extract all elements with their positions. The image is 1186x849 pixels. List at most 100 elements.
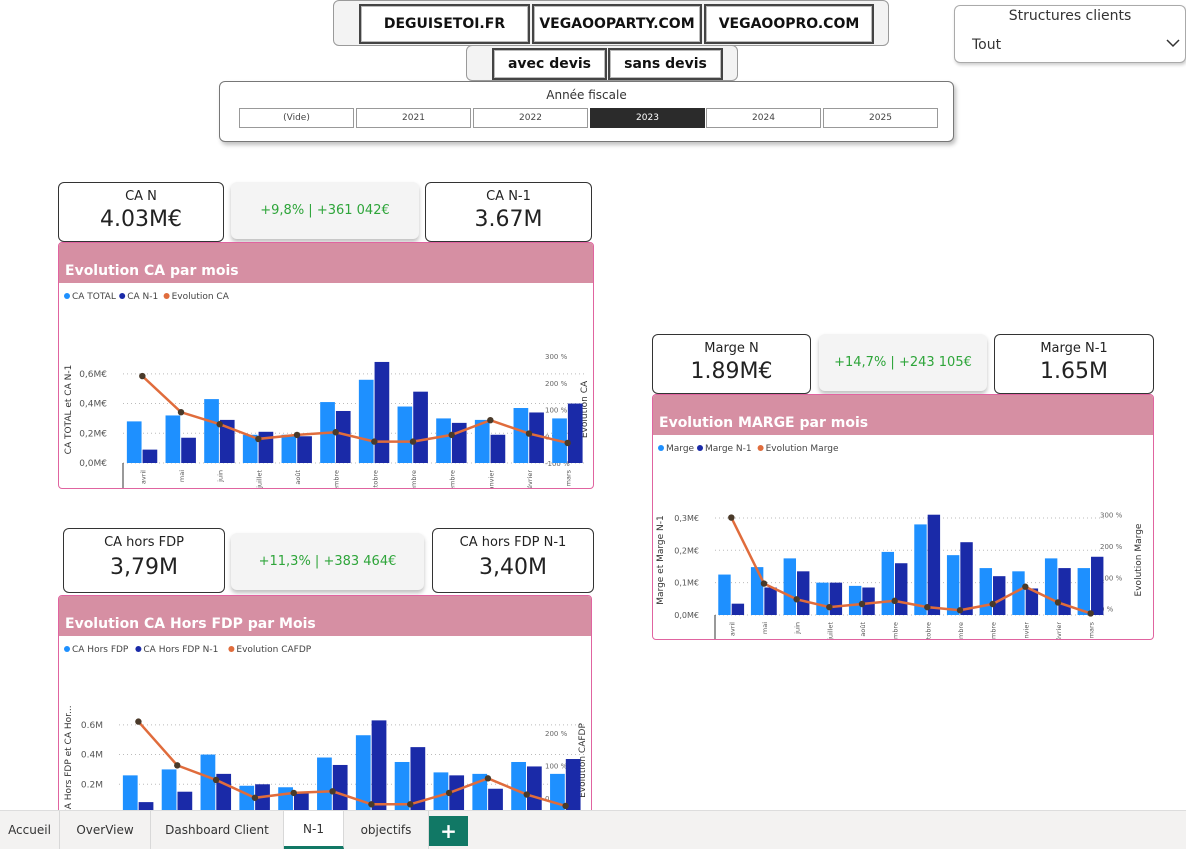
kpi-ca-n: CA N 4.03M€ [58, 182, 224, 242]
bar-current [122, 775, 138, 814]
evolution-point [177, 408, 185, 416]
bar-current [126, 421, 142, 463]
evolution-point [445, 789, 453, 797]
category-label: décembre [449, 470, 457, 489]
evolution-point [139, 372, 146, 380]
category-label: février [526, 470, 534, 489]
structures-dropdown[interactable]: Structures clients Tout [954, 5, 1186, 63]
bar-current [816, 582, 829, 615]
kpi-fdp-n-value: 3,79M [110, 555, 178, 580]
chart-marge-title: Evolution MARGE par mois [659, 415, 869, 431]
evolution-point [329, 788, 336, 795]
devis-option-avec[interactable]: avec devis [492, 48, 607, 80]
kpi-fdp-n-label: CA hors FDP [104, 535, 184, 550]
evolution-point [956, 607, 964, 614]
tab-overview[interactable]: OverView [60, 811, 151, 849]
category-label: novembre [410, 470, 418, 489]
chart-marge-plot: Marge Marge N-1 Evolution Marge 0,0M€ 0,1M€ 0… [656, 444, 1144, 640]
category-label: juillet [826, 622, 834, 640]
site-option-1[interactable]: VEGAOOPARTY.COM [532, 4, 702, 44]
structures-label: Structures clients [1008, 8, 1132, 24]
kpi-ca-n1: CA N-1 3.67M [425, 182, 592, 242]
legend-label-0: Marge [666, 444, 695, 454]
year-option-2024[interactable]: 2024 [706, 108, 821, 128]
bar-previous [142, 449, 158, 463]
y-axis-title: CA Hors FDP et CA Hor... [64, 705, 74, 815]
evolution-point [793, 596, 800, 603]
category-label: mai [178, 470, 186, 482]
year-option-vide[interactable]: (Vide) [239, 108, 354, 128]
year-option-2023[interactable]: 2023 [590, 108, 705, 128]
year-option-2025[interactable]: 2025 [823, 108, 938, 128]
kpi-fdp-n1: CA hors FDP N-1 3,40M [432, 528, 594, 593]
kpi-ca-n1-value: 3.67M [474, 207, 543, 232]
devis-option-sans[interactable]: sans devis [608, 48, 723, 80]
category-label: mars [1088, 621, 1096, 638]
tab-objectifs[interactable]: objectifs [344, 811, 429, 849]
category-label: septembre [333, 470, 341, 489]
kpi-marge-n: Marge N 1.89M€ [652, 334, 811, 394]
legend-label-1: CA N-1 [127, 292, 158, 302]
add-page-button[interactable]: + [429, 816, 468, 846]
evolution-point [989, 600, 996, 608]
bar-previous [797, 571, 810, 615]
evolution-point [371, 438, 378, 445]
page-tab-bar: Accueil OverView Dashboard Client N-1 ob… [0, 810, 1186, 849]
evolution-point [891, 597, 898, 605]
evolution-point [1054, 599, 1062, 606]
evolution-point [290, 789, 297, 797]
bar-current [358, 379, 374, 463]
evolution-point [212, 776, 220, 784]
kpi-marge-n1-label: Marge N-1 [1040, 341, 1108, 356]
kpi-fdp-n: CA hors FDP 3,79M [63, 528, 225, 593]
year-option-2022[interactable]: 2022 [473, 108, 588, 128]
evolution-point [487, 417, 494, 424]
evolution-point [174, 762, 181, 769]
legend-label-2: Evolution CAFDP [236, 645, 311, 655]
bar-current [979, 568, 993, 615]
evolution-point [760, 580, 768, 587]
evolution-point [728, 514, 735, 521]
y-tick-label: 0,2M€ [674, 546, 699, 555]
tab-accueil[interactable]: Accueil [0, 811, 60, 849]
evolution-point [251, 794, 259, 801]
site-option-2[interactable]: VEGAOOPRO.COM [704, 4, 874, 44]
bar-previous [764, 587, 777, 615]
kpi-fdp-n1-label: CA hors FDP N-1 [459, 535, 567, 550]
bar-previous [1058, 568, 1071, 615]
category-label: décembre [990, 622, 998, 640]
bar-current [783, 558, 797, 615]
bar-previous [731, 603, 745, 615]
bar-previous [927, 514, 941, 615]
y-tick-label: 0,4M€ [79, 400, 107, 410]
kpi-fdp-n1-value: 3,40M [479, 555, 547, 580]
kpi-marge-n-value: 1.89M€ [690, 359, 773, 384]
tab-n-1[interactable]: N-1 [284, 811, 344, 849]
bar-current [718, 574, 731, 615]
structures-value[interactable]: Tout [972, 37, 1001, 53]
bar-previous [526, 766, 542, 814]
category-label: janvier [487, 470, 495, 489]
kpi-marge-n-label: Marge N [704, 341, 759, 356]
year-option-2021[interactable]: 2021 [356, 108, 471, 128]
evolution-point [924, 603, 931, 611]
bar-previous [297, 436, 312, 463]
y-axis-title: Marge et Marge N-1 [656, 515, 666, 605]
bar-previous [993, 576, 1006, 615]
chevron-down-icon[interactable] [1165, 37, 1181, 49]
category-label: avril [139, 470, 147, 484]
legend-marker-0 [64, 646, 70, 652]
chart-fdp-plot: CA Hors FDP CA Hors FDP N-1 Evolution CAFD… [64, 645, 588, 824]
bar-previous [490, 434, 506, 463]
bar-current [750, 567, 764, 615]
evolution-point [1087, 610, 1094, 617]
kpi-marge-n1-value: 1.65M [1040, 359, 1108, 384]
y2-tick-label: 200 % [1100, 543, 1123, 551]
y2-axis-title: Evolution Marge [1134, 523, 1144, 596]
category-label: février [1055, 622, 1063, 640]
tab-dashboard-client[interactable]: Dashboard Client [151, 811, 284, 849]
evolution-point [1022, 583, 1029, 590]
evolution-point [525, 430, 533, 437]
site-option-0[interactable]: DEGUISETOI.FR [359, 4, 530, 44]
y-tick-label: 0,2M€ [79, 429, 107, 439]
